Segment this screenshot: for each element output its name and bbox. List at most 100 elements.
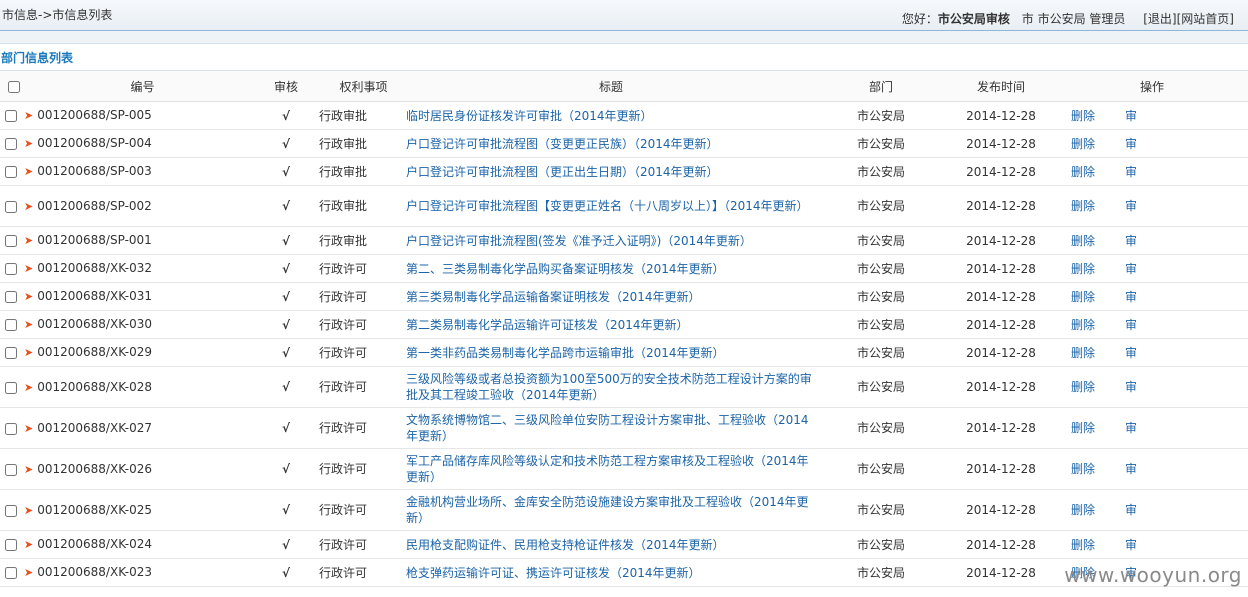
- greeting: 您好：: [901, 12, 938, 26]
- table-row: ➤ 001200688/XK-023 √ 行政许可 枪支弹药运输许可证、携运许可证…: [0, 558, 1248, 587]
- delete-link[interactable]: 删除: [1071, 290, 1095, 304]
- row-title-link[interactable]: 三级风险等级或者总投资额为100至500万的安全技术防范工程设计方案的审批及其工…: [406, 372, 812, 402]
- delete-link[interactable]: 删除: [1071, 262, 1095, 276]
- row-checkbox-cell: [0, 282, 24, 311]
- title-cell: 户口登记许可审批流程图(签发《准予迁入证明》)（2014年更新）: [406, 226, 816, 255]
- row-date: 2014-12-28: [946, 254, 1056, 283]
- arrow-right-icon: ➤: [24, 165, 34, 178]
- delete-link[interactable]: 删除: [1071, 109, 1095, 123]
- delete-link[interactable]: 删除: [1071, 234, 1095, 248]
- row-title-link[interactable]: 户口登记许可审批流程图（更正出生日期）（2014年更新）: [406, 165, 719, 179]
- title-cell: 第二、三类易制毒化学品购买备案证明核发（2014年更新）: [406, 254, 816, 283]
- row-checkbox-cell: [0, 489, 24, 531]
- table-row: ➤ 001200688/XK-028 √ 行政许可 三级风险等级或者总投资额为10…: [0, 366, 1248, 408]
- row-title-link[interactable]: 户口登记许可审批流程图【变更更正姓名（十八周岁以上）】（2014年更新）: [406, 199, 809, 213]
- row-checkbox-cell: [0, 558, 24, 587]
- row-checkbox[interactable]: [5, 539, 17, 551]
- audit-link[interactable]: 审: [1125, 538, 1137, 552]
- delete-link[interactable]: 删除: [1071, 318, 1095, 332]
- row-checkbox[interactable]: [5, 381, 17, 394]
- row-title-link[interactable]: 户口登记许可审批流程图（变更更正民族）（2014年更新）: [406, 137, 719, 151]
- row-checkbox[interactable]: [5, 291, 17, 303]
- audit-link[interactable]: 审: [1125, 462, 1137, 476]
- audit-link[interactable]: 审: [1125, 346, 1137, 360]
- audit-link[interactable]: 审: [1125, 421, 1137, 435]
- review-check-icon: √: [256, 530, 316, 559]
- delete-link[interactable]: 删除: [1071, 538, 1095, 552]
- row-checkbox[interactable]: [5, 504, 17, 517]
- title-cell: 第二类易制毒化学品运输许可证核发（2014年更新）: [406, 310, 816, 339]
- row-checkbox-cell: [0, 366, 24, 408]
- audit-link[interactable]: 审: [1125, 165, 1137, 179]
- audit-link[interactable]: 审: [1125, 503, 1137, 517]
- row-title-link[interactable]: 户口登记许可审批流程图(签发《准予迁入证明》)（2014年更新）: [406, 234, 752, 248]
- delete-link[interactable]: 删除: [1071, 503, 1095, 517]
- ops-cell: 删除 审: [1056, 282, 1248, 311]
- info-table: 编号 审核 权利事项 标题 部门 发布时间 操作 ➤ 001200688/SP-0…: [0, 71, 1248, 587]
- row-date: 2014-12-28: [946, 338, 1056, 367]
- arrow-right-icon: ➤: [24, 318, 34, 331]
- table-row: ➤ 001200688/XK-024 √ 行政许可 民用枪支配购证件、民用枪支持枪…: [0, 530, 1248, 559]
- row-checkbox-cell: [0, 254, 24, 283]
- audit-link[interactable]: 审: [1125, 234, 1137, 248]
- row-title-link[interactable]: 临时居民身份证核发许可审批（2014年更新）: [406, 109, 653, 123]
- logout-link[interactable]: [退出]: [1143, 12, 1176, 26]
- review-check-icon: √: [256, 282, 316, 311]
- title-cell: 临时居民身份证核发许可审批（2014年更新）: [406, 101, 816, 130]
- row-code: 001200688/XK-027: [37, 420, 153, 435]
- audit-link[interactable]: 审: [1125, 137, 1137, 151]
- title-cell: 第一类非药品类易制毒化学品跨市运输审批（2014年更新）: [406, 338, 816, 367]
- delete-link[interactable]: 删除: [1071, 346, 1095, 360]
- row-title-link[interactable]: 第一类非药品类易制毒化学品跨市运输审批（2014年更新）: [406, 346, 725, 360]
- arrow-right-icon: ➤: [24, 262, 34, 275]
- ops-cell: 删除 审: [1056, 129, 1248, 158]
- row-title-link[interactable]: 第三类易制毒化学品运输备案证明核发（2014年更新）: [406, 290, 701, 304]
- row-dept: 市公安局: [816, 254, 946, 283]
- row-checkbox[interactable]: [5, 422, 17, 435]
- arrow-right-icon: ➤: [24, 346, 34, 359]
- row-title-link[interactable]: 军工产品储存库风险等级认定和技术防范工程方案审核及工程验收（2014年更新）: [406, 454, 809, 484]
- audit-link[interactable]: 审: [1125, 109, 1137, 123]
- delete-link[interactable]: 删除: [1071, 199, 1095, 213]
- row-checkbox[interactable]: [5, 138, 17, 150]
- row-checkbox[interactable]: [5, 235, 17, 247]
- row-checkbox[interactable]: [5, 567, 17, 579]
- row-title-link[interactable]: 第二、三类易制毒化学品购买备案证明核发（2014年更新）: [406, 262, 725, 276]
- row-dept: 市公安局: [816, 366, 946, 408]
- row-checkbox[interactable]: [5, 319, 17, 331]
- row-checkbox[interactable]: [5, 166, 17, 178]
- row-title-link[interactable]: 枪支弹药运输许可证、携运许可证核发（2014年更新）: [406, 566, 701, 580]
- select-all-checkbox[interactable]: [8, 80, 20, 93]
- audit-link[interactable]: 审: [1125, 380, 1137, 394]
- row-dept: 市公安局: [816, 282, 946, 311]
- delete-link[interactable]: 删除: [1071, 380, 1095, 394]
- row-title-link[interactable]: 第二类易制毒化学品运输许可证核发（2014年更新）: [406, 318, 689, 332]
- row-type: 行政许可: [316, 407, 406, 449]
- delete-link[interactable]: 删除: [1071, 421, 1095, 435]
- row-title-link[interactable]: 文物系统博物馆二、三级风险单位安防工程设计方案审批、工程验收（2014年更新）: [406, 413, 809, 443]
- delete-link[interactable]: 删除: [1071, 137, 1095, 151]
- row-type: 行政许可: [316, 489, 406, 531]
- row-checkbox[interactable]: [5, 463, 17, 476]
- row-checkbox[interactable]: [5, 110, 17, 122]
- row-checkbox[interactable]: [5, 263, 17, 275]
- row-type: 行政审批: [316, 101, 406, 130]
- delete-link[interactable]: 删除: [1071, 462, 1095, 476]
- row-code: 001200688/XK-029: [37, 345, 153, 359]
- row-type: 行政许可: [316, 282, 406, 311]
- ops-cell: 删除 审: [1056, 407, 1248, 449]
- site-home-link[interactable]: [网站首页]: [1177, 12, 1234, 26]
- arrow-right-icon: ➤: [24, 566, 34, 579]
- audit-link[interactable]: 审: [1125, 290, 1137, 304]
- review-check-icon: √: [256, 185, 316, 227]
- row-checkbox[interactable]: [5, 347, 17, 359]
- row-checkbox[interactable]: [5, 200, 17, 213]
- title-cell: 户口登记许可审批流程图【变更更正姓名（十八周岁以上）】（2014年更新）: [406, 185, 816, 227]
- row-title-link[interactable]: 金融机构营业场所、金库安全防范设施建设方案审批及工程验收（2014年更新）: [406, 495, 809, 525]
- row-title-link[interactable]: 民用枪支配购证件、民用枪支持枪证件核发（2014年更新）: [406, 538, 725, 552]
- audit-link[interactable]: 审: [1125, 318, 1137, 332]
- audit-link[interactable]: 审: [1125, 262, 1137, 276]
- audit-link[interactable]: 审: [1125, 199, 1137, 213]
- delete-link[interactable]: 删除: [1071, 165, 1095, 179]
- col-type-header: 权利事项: [316, 71, 406, 102]
